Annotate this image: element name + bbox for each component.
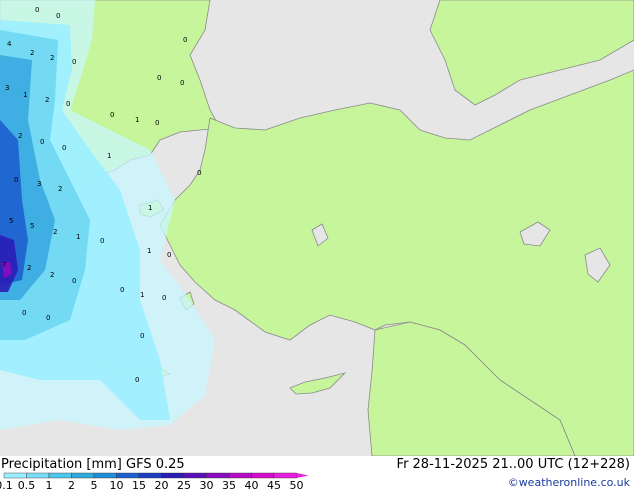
scale-swatch <box>206 472 230 479</box>
scale-swatch <box>3 472 27 479</box>
point-value: 0 <box>183 36 187 44</box>
point-value: 0 <box>110 111 114 119</box>
scale-label: 0.5 <box>18 479 36 490</box>
point-value: 0 <box>157 74 161 82</box>
scale-label: 40 <box>245 479 259 490</box>
scale-swatch <box>116 472 140 479</box>
point-value: 1 <box>135 116 139 124</box>
scale-label: 1 <box>46 479 53 490</box>
scale-swatch <box>161 472 185 479</box>
precipitation-map: 0 0 4 2 2 0 0 0 0 3 1 2 0 0 1 0 2 0 0 1 0 0 3 2 1 5 5 2 1 0 1 0 7 2 2 0 0 1 0 0… <box>0 0 634 456</box>
point-value: 5 <box>30 222 34 230</box>
scale-label: 25 <box>177 479 191 490</box>
scale-swatch <box>26 472 50 479</box>
scale-label: 0.1 <box>0 479 13 490</box>
point-value: 0 <box>72 277 76 285</box>
point-value: 0 <box>167 251 171 259</box>
point-value: 0 <box>46 314 50 322</box>
point-value: 0 <box>40 138 44 146</box>
point-value: 2 <box>58 185 62 193</box>
point-value: 0 <box>66 100 70 108</box>
point-value: 7 <box>2 261 6 269</box>
point-value: 0 <box>162 294 166 302</box>
point-value: 0 <box>14 176 18 184</box>
scale-label: 15 <box>132 479 146 490</box>
scale-swatch <box>48 472 72 479</box>
point-value: 0 <box>120 286 124 294</box>
point-value: 5 <box>9 217 13 225</box>
point-value: 2 <box>30 49 34 57</box>
legend-footer: Precipitation [mm] GFS 0.25 Fr 28-11-202… <box>0 456 634 490</box>
credit-text[interactable]: ©weatheronline.co.uk <box>508 476 630 489</box>
scale-swatch <box>93 472 117 479</box>
scale-swatch <box>138 472 162 479</box>
point-value: 0 <box>72 58 76 66</box>
scale-label: 10 <box>110 479 124 490</box>
point-value: 2 <box>50 54 54 62</box>
point-value: 1 <box>148 204 152 212</box>
scale-label: 50 <box>290 479 304 490</box>
scale-swatch <box>251 472 275 479</box>
point-value: 2 <box>18 132 22 140</box>
point-value: 0 <box>155 119 159 127</box>
point-value: 1 <box>76 233 80 241</box>
point-value: 0 <box>135 376 139 384</box>
map-title: Precipitation [mm] GFS 0.25 <box>1 457 185 472</box>
point-value: 2 <box>50 271 54 279</box>
point-value: 1 <box>147 247 151 255</box>
scale-swatch <box>71 472 95 479</box>
point-value: 1 <box>23 91 27 99</box>
point-value: 0 <box>35 6 39 14</box>
forecast-datetime: Fr 28-11-2025 21..00 UTC (12+228) <box>396 457 630 472</box>
point-value: 0 <box>100 237 104 245</box>
point-value: 0 <box>140 332 144 340</box>
point-value: 4 <box>7 40 12 48</box>
point-value: 1 <box>107 152 111 160</box>
scale-label: 35 <box>222 479 236 490</box>
point-value: 0 <box>56 12 60 20</box>
point-value: 2 <box>53 228 57 236</box>
scale-swatch <box>183 472 207 479</box>
point-value: 3 <box>37 180 41 188</box>
scale-swatch <box>228 472 252 479</box>
point-value: 0 <box>62 144 66 152</box>
point-value: 3 <box>5 84 9 92</box>
scale-label: 2 <box>68 479 75 490</box>
scale-label: 5 <box>91 479 98 490</box>
precipitation-color-scale: 0.10.5125101520253035404550 <box>0 472 309 490</box>
scale-label: 30 <box>200 479 214 490</box>
point-value: 1 <box>140 291 144 299</box>
scale-swatch <box>273 472 297 479</box>
point-value: 0 <box>22 309 26 317</box>
scale-arrow <box>296 473 309 478</box>
point-value: 2 <box>27 264 31 272</box>
point-value: 0 <box>197 169 201 177</box>
scale-label: 20 <box>155 479 169 490</box>
point-value: 0 <box>180 79 184 87</box>
point-value: 2 <box>45 96 49 104</box>
scale-label: 45 <box>267 479 281 490</box>
